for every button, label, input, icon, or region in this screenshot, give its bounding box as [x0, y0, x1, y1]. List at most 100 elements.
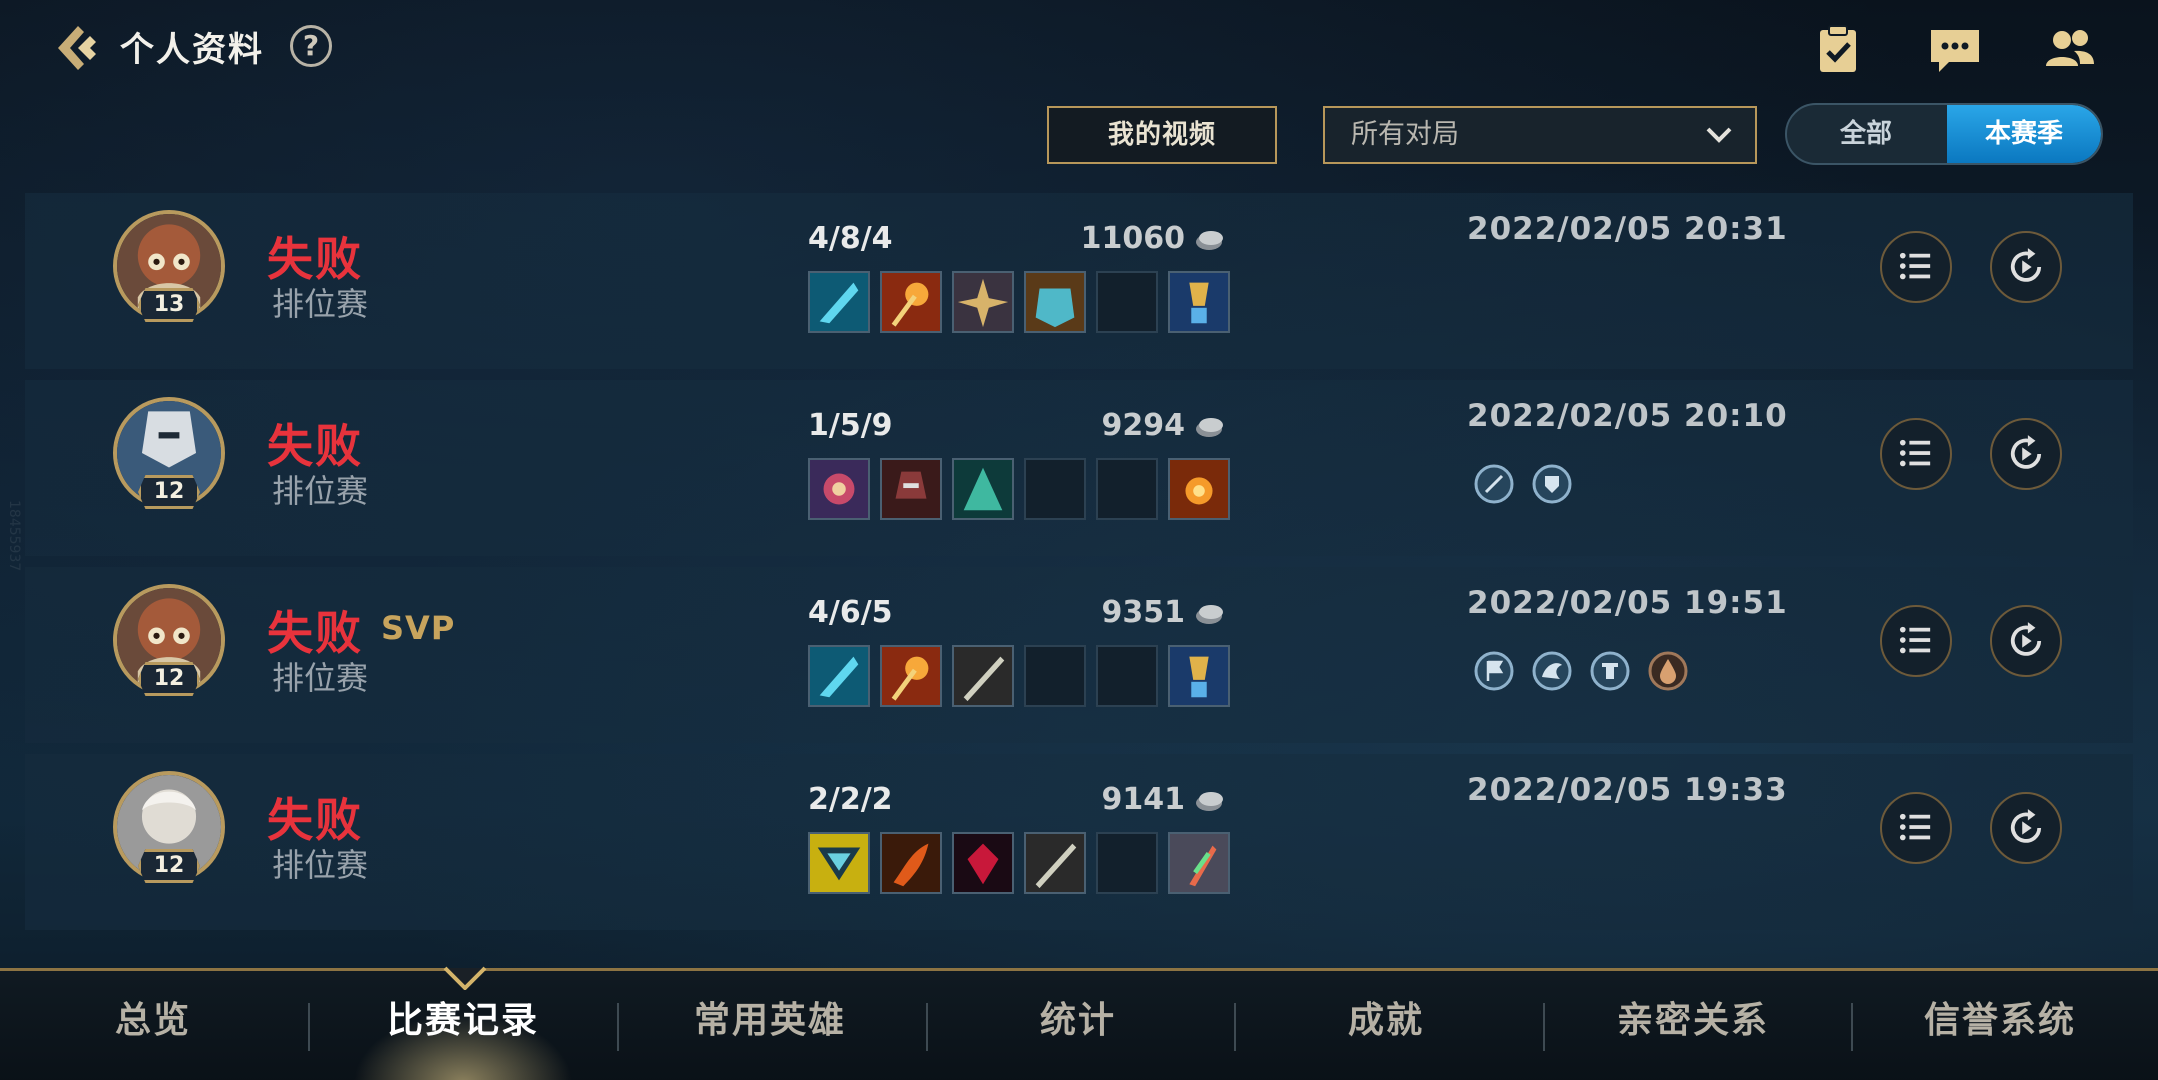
match-row[interactable]: 12 失败 排位赛 1/5/9 9294 2022/02/05 20:10 — [25, 380, 2133, 556]
tower-medal-icon — [1590, 651, 1630, 691]
chat-button[interactable] — [1925, 22, 1985, 78]
my-video-button[interactable]: 我的视频 — [1047, 106, 1277, 164]
item-sword-icon — [1026, 834, 1084, 892]
item-cloak-icon — [954, 460, 1012, 518]
flag-medal-icon — [1474, 651, 1514, 691]
tab-label: 比赛记录 — [386, 1000, 539, 1041]
item-slot[interactable] — [1168, 832, 1230, 894]
item-blade-icon — [810, 647, 868, 705]
tab-common-heroes[interactable]: 常用英雄 — [620, 971, 920, 1080]
match-details-button[interactable] — [1880, 418, 1952, 490]
item-slot-empty — [1096, 271, 1158, 333]
champion-level-badge: 12 — [138, 662, 200, 696]
item-flame-staff-icon — [882, 647, 940, 705]
item-slot[interactable] — [880, 271, 942, 333]
replay-icon — [2010, 435, 2042, 469]
item-slot[interactable] — [952, 645, 1014, 707]
game-mode: 排位赛 — [272, 846, 369, 884]
item-slot-empty — [1024, 645, 1086, 707]
tab-divider — [617, 1003, 619, 1051]
tab-label: 亲密关系 — [1616, 1000, 1769, 1041]
item-sun-icon — [1170, 460, 1228, 518]
match-details-button[interactable] — [1880, 792, 1952, 864]
back-button[interactable] — [50, 20, 106, 76]
item-ruby-icon — [954, 834, 1012, 892]
item-slot[interactable] — [808, 458, 870, 520]
item-slot-empty — [1096, 458, 1158, 520]
season-all-option[interactable]: 全部 — [1787, 105, 1945, 163]
replay-button[interactable] — [1990, 792, 2062, 864]
item-slot[interactable] — [952, 271, 1014, 333]
tab-achievements[interactable]: 成就 — [1236, 971, 1536, 1080]
item-trinket-icon — [1170, 273, 1228, 331]
tab-relationships[interactable]: 亲密关系 — [1543, 971, 1843, 1080]
achievement-badge — [1470, 460, 1518, 508]
match-type-dropdown[interactable]: 所有对局 — [1323, 106, 1757, 164]
match-row[interactable]: 12 失败 SVP 排位赛 4/6/5 9351 2022/02/05 19:5… — [25, 567, 2133, 743]
replay-button[interactable] — [1990, 231, 2062, 303]
item-shuriken-icon — [954, 273, 1012, 331]
champion-level-badge: 13 — [138, 288, 200, 322]
replay-icon — [2010, 809, 2042, 843]
item-slot[interactable] — [880, 458, 942, 520]
item-slot[interactable] — [1024, 832, 1086, 894]
tab-statistics[interactable]: 统计 — [928, 971, 1228, 1080]
list-icon — [1899, 439, 1931, 467]
tab-overview[interactable]: 总览 — [3, 971, 303, 1080]
gold-coin-icon — [1196, 231, 1223, 250]
item-orb-icon — [810, 460, 868, 518]
replay-icon — [2010, 248, 2042, 282]
season-toggle[interactable]: 全部 本赛季 — [1785, 103, 2103, 165]
friends-icon — [2046, 30, 2094, 66]
gold-coin-icon — [1196, 792, 1223, 811]
item-slot[interactable] — [808, 645, 870, 707]
achievement-badge — [1470, 647, 1518, 695]
game-mode: 排位赛 — [272, 659, 369, 697]
achievement-badge — [1586, 647, 1634, 695]
replay-button[interactable] — [1990, 605, 2062, 677]
champion-level-badge: 12 — [138, 849, 200, 883]
kda-text: 4/8/4 — [808, 221, 893, 256]
champion-level-badge: 12 — [138, 475, 200, 509]
daily-tasks-button[interactable] — [1808, 22, 1868, 78]
item-slot[interactable] — [1168, 645, 1230, 707]
match-details-button[interactable] — [1880, 605, 1952, 677]
item-slot[interactable] — [952, 458, 1014, 520]
match-datetime: 2022/02/05 20:10 — [1467, 398, 1788, 434]
item-slot[interactable] — [952, 832, 1014, 894]
page-title: 个人资料 — [120, 30, 264, 70]
item-feather-icon — [1170, 834, 1228, 892]
clipboard-check-icon — [1820, 25, 1856, 72]
help-button[interactable]: ? — [290, 25, 332, 67]
item-slot[interactable] — [1024, 271, 1086, 333]
item-slot[interactable] — [1168, 271, 1230, 333]
item-armor-icon — [1026, 273, 1084, 331]
kda-text: 4/6/5 — [808, 595, 893, 630]
achievement-badge — [1528, 647, 1576, 695]
item-slot[interactable] — [808, 271, 870, 333]
gold-amount: 9141 — [1101, 782, 1186, 817]
tab-label: 信誉系统 — [1923, 1000, 2076, 1041]
achievement-badge — [1644, 647, 1692, 695]
match-type-value: 所有对局 — [1351, 119, 1459, 150]
season-current-option[interactable]: 本赛季 — [1947, 105, 2101, 163]
item-slot-empty — [1096, 832, 1158, 894]
item-emblem-icon — [810, 834, 868, 892]
item-slot[interactable] — [1168, 458, 1230, 520]
replay-button[interactable] — [1990, 418, 2062, 490]
item-trinket-icon — [1170, 647, 1228, 705]
item-slot[interactable] — [880, 645, 942, 707]
chat-bubble-icon — [1931, 30, 1979, 72]
item-slot[interactable] — [880, 832, 942, 894]
match-row[interactable]: 12 失败 排位赛 2/2/2 9141 2022/02/05 19:33 — [25, 754, 2133, 930]
gold-amount: 9294 — [1101, 408, 1186, 443]
tab-honor-system[interactable]: 信誉系统 — [1850, 971, 2150, 1080]
item-blade-icon — [810, 273, 868, 331]
match-row[interactable]: 13 失败 排位赛 4/8/4 11060 2022/02/05 20:31 — [25, 193, 2133, 369]
tab-divider — [308, 1003, 310, 1051]
match-details-button[interactable] — [1880, 231, 1952, 303]
friends-button[interactable] — [2040, 22, 2100, 78]
match-datetime: 2022/02/05 19:33 — [1467, 772, 1788, 808]
list-icon — [1899, 252, 1931, 280]
item-slot[interactable] — [808, 832, 870, 894]
